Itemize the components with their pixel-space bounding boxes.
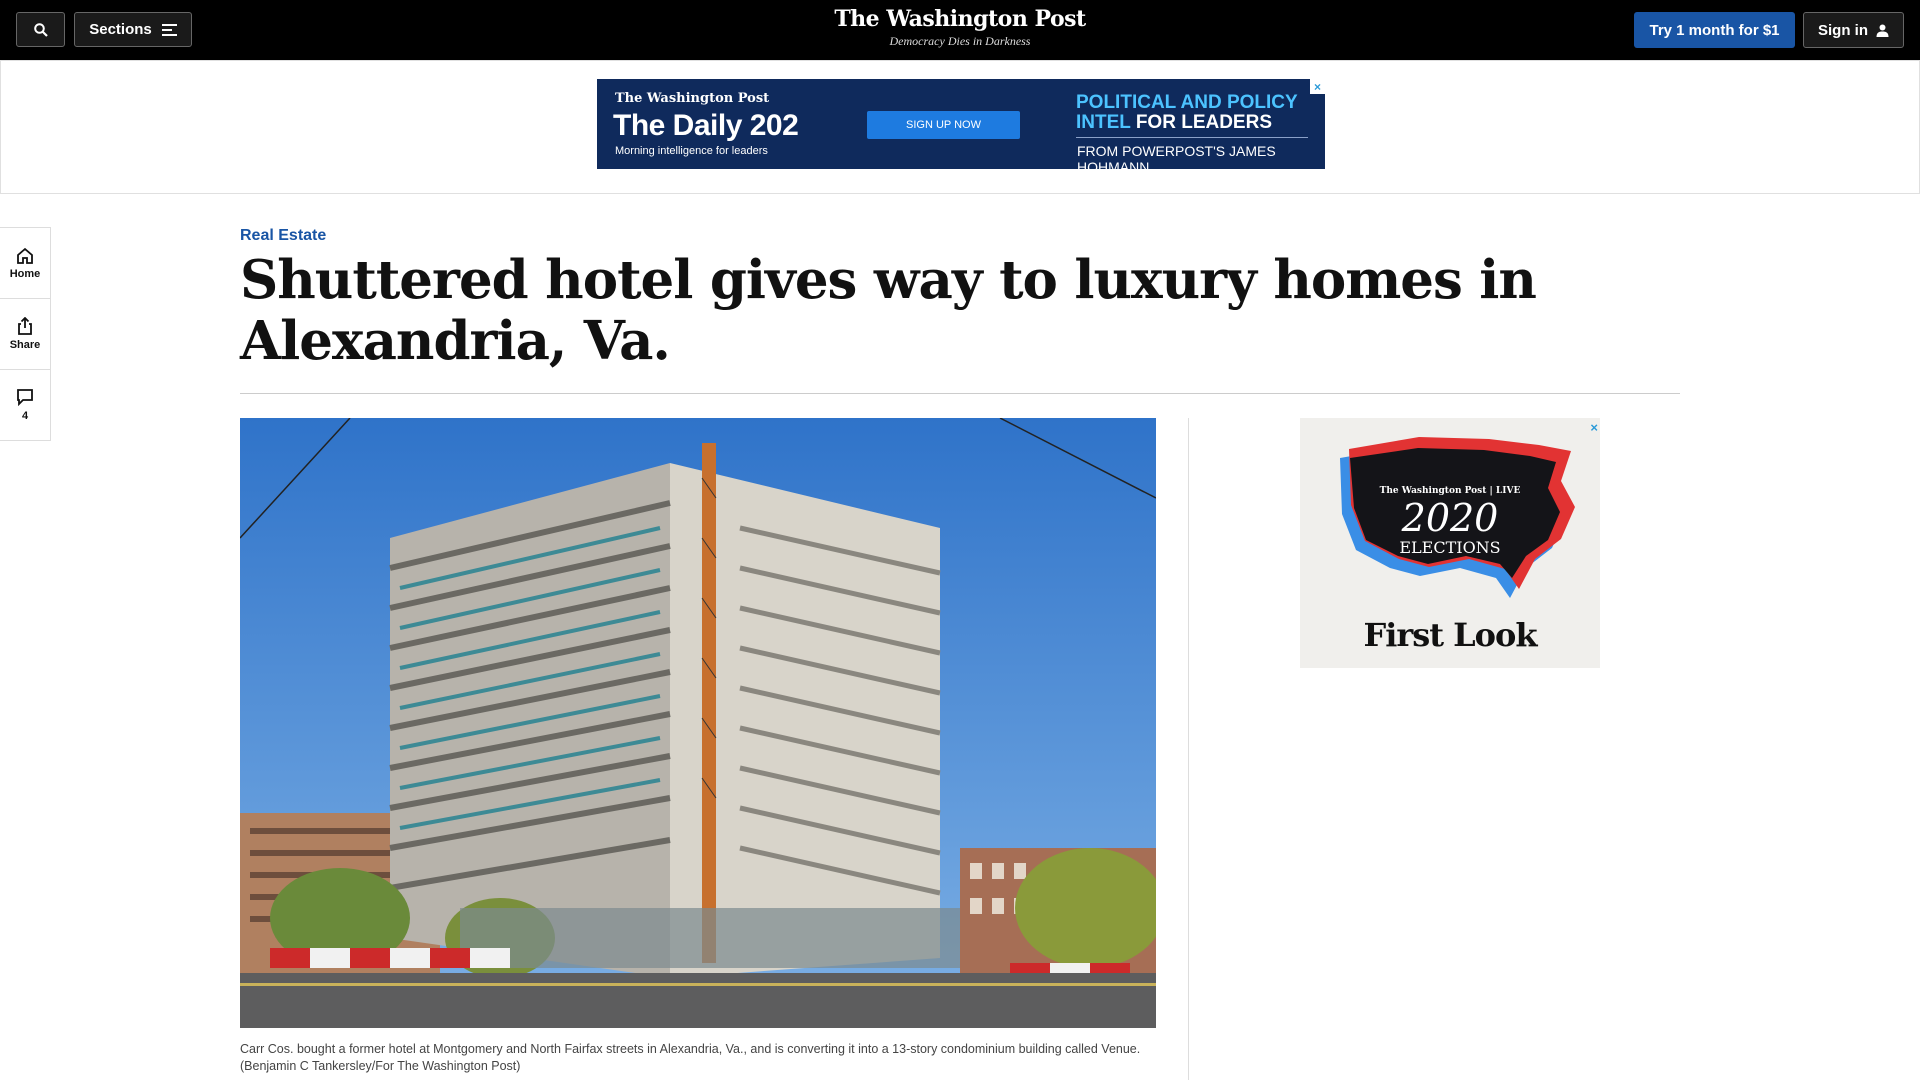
column-divider bbox=[1188, 418, 1189, 1080]
article-kicker[interactable]: Real Estate bbox=[240, 227, 326, 245]
headline-divider bbox=[240, 393, 1680, 394]
site-logo[interactable]: The Washington Post bbox=[760, 6, 1160, 32]
building-photo bbox=[240, 418, 1156, 1028]
rail-comments-button[interactable]: 4 bbox=[0, 369, 51, 441]
ad-close-button[interactable]: × bbox=[1310, 79, 1325, 94]
menu-icon bbox=[161, 23, 177, 36]
ad-byline: FROM POWERPOST'S JAMES HOHMANN bbox=[1077, 143, 1276, 175]
ad-subtitle: Morning intelligence for leaders bbox=[615, 145, 768, 157]
site-tagline: Democracy Dies in Darkness bbox=[889, 34, 1031, 48]
daily-202-ad[interactable]: The Washington Post The Daily 202 Mornin… bbox=[597, 79, 1325, 175]
comment-icon bbox=[17, 389, 33, 406]
ad-side-label: ELECTIONS bbox=[1399, 538, 1500, 557]
sections-label: Sections bbox=[89, 21, 152, 38]
sections-button[interactable]: Sections bbox=[74, 12, 192, 47]
search-icon bbox=[33, 22, 48, 37]
user-icon bbox=[1876, 24, 1889, 37]
ad-divider bbox=[1076, 137, 1308, 138]
ad-headline: POLITICAL AND POLICY INTEL FOR LEADERS bbox=[1076, 93, 1298, 133]
ad-side-year: 2020 bbox=[1401, 496, 1499, 540]
side-ad-close-button[interactable]: × bbox=[1590, 420, 1598, 435]
rail-share-button[interactable]: Share bbox=[0, 298, 51, 370]
search-button[interactable] bbox=[16, 12, 65, 47]
ad-brand: The Washington Post bbox=[615, 91, 770, 106]
top-ad-container: The Washington Post The Daily 202 Mornin… bbox=[0, 60, 1920, 194]
lead-photo[interactable] bbox=[240, 418, 1156, 1028]
us-map-graphic: The Washington Post | LIVE 2020 ELECTION… bbox=[1340, 437, 1575, 598]
rail-comments-count: 4 bbox=[21, 410, 29, 422]
article-headline: Shuttered hotel gives way to luxury home… bbox=[240, 249, 1537, 372]
ad-headline-line2: INTEL FOR LEADERS bbox=[1076, 113, 1298, 133]
home-icon bbox=[17, 247, 33, 264]
ad-title: The Daily 202 bbox=[613, 109, 799, 142]
share-icon bbox=[18, 317, 32, 335]
ad-headline-accent: INTEL bbox=[1076, 112, 1131, 133]
elections-ad[interactable]: The Washington Post | LIVE 2020 ELECTION… bbox=[1300, 418, 1600, 668]
photo-caption: Carr Cos. bought a former hotel at Montg… bbox=[240, 1042, 1141, 1073]
top-nav: Sections The Washington Post Democracy D… bbox=[0, 0, 1920, 60]
ad-headline-line1: POLITICAL AND POLICY bbox=[1076, 92, 1298, 113]
sign-in-button[interactable]: Sign in bbox=[1803, 12, 1904, 48]
ad-side-brand: The Washington Post | LIVE bbox=[1380, 486, 1521, 496]
masthead[interactable]: The Washington Post Democracy Dies in Da… bbox=[760, 6, 1160, 49]
rail-home-label: Home bbox=[9, 267, 41, 280]
ad-headline-rest: FOR LEADERS bbox=[1130, 112, 1272, 133]
left-rail: Home Share 4 bbox=[0, 227, 51, 441]
subscribe-button[interactable]: Try 1 month for $1 bbox=[1634, 12, 1795, 48]
ad-signup-button[interactable]: SIGN UP NOW bbox=[867, 111, 1020, 139]
rail-home-button[interactable]: Home bbox=[0, 227, 51, 299]
sign-in-label: Sign in bbox=[1818, 21, 1868, 39]
rail-share-label: Share bbox=[9, 339, 41, 351]
ad-side-title: First Look bbox=[1363, 616, 1537, 654]
